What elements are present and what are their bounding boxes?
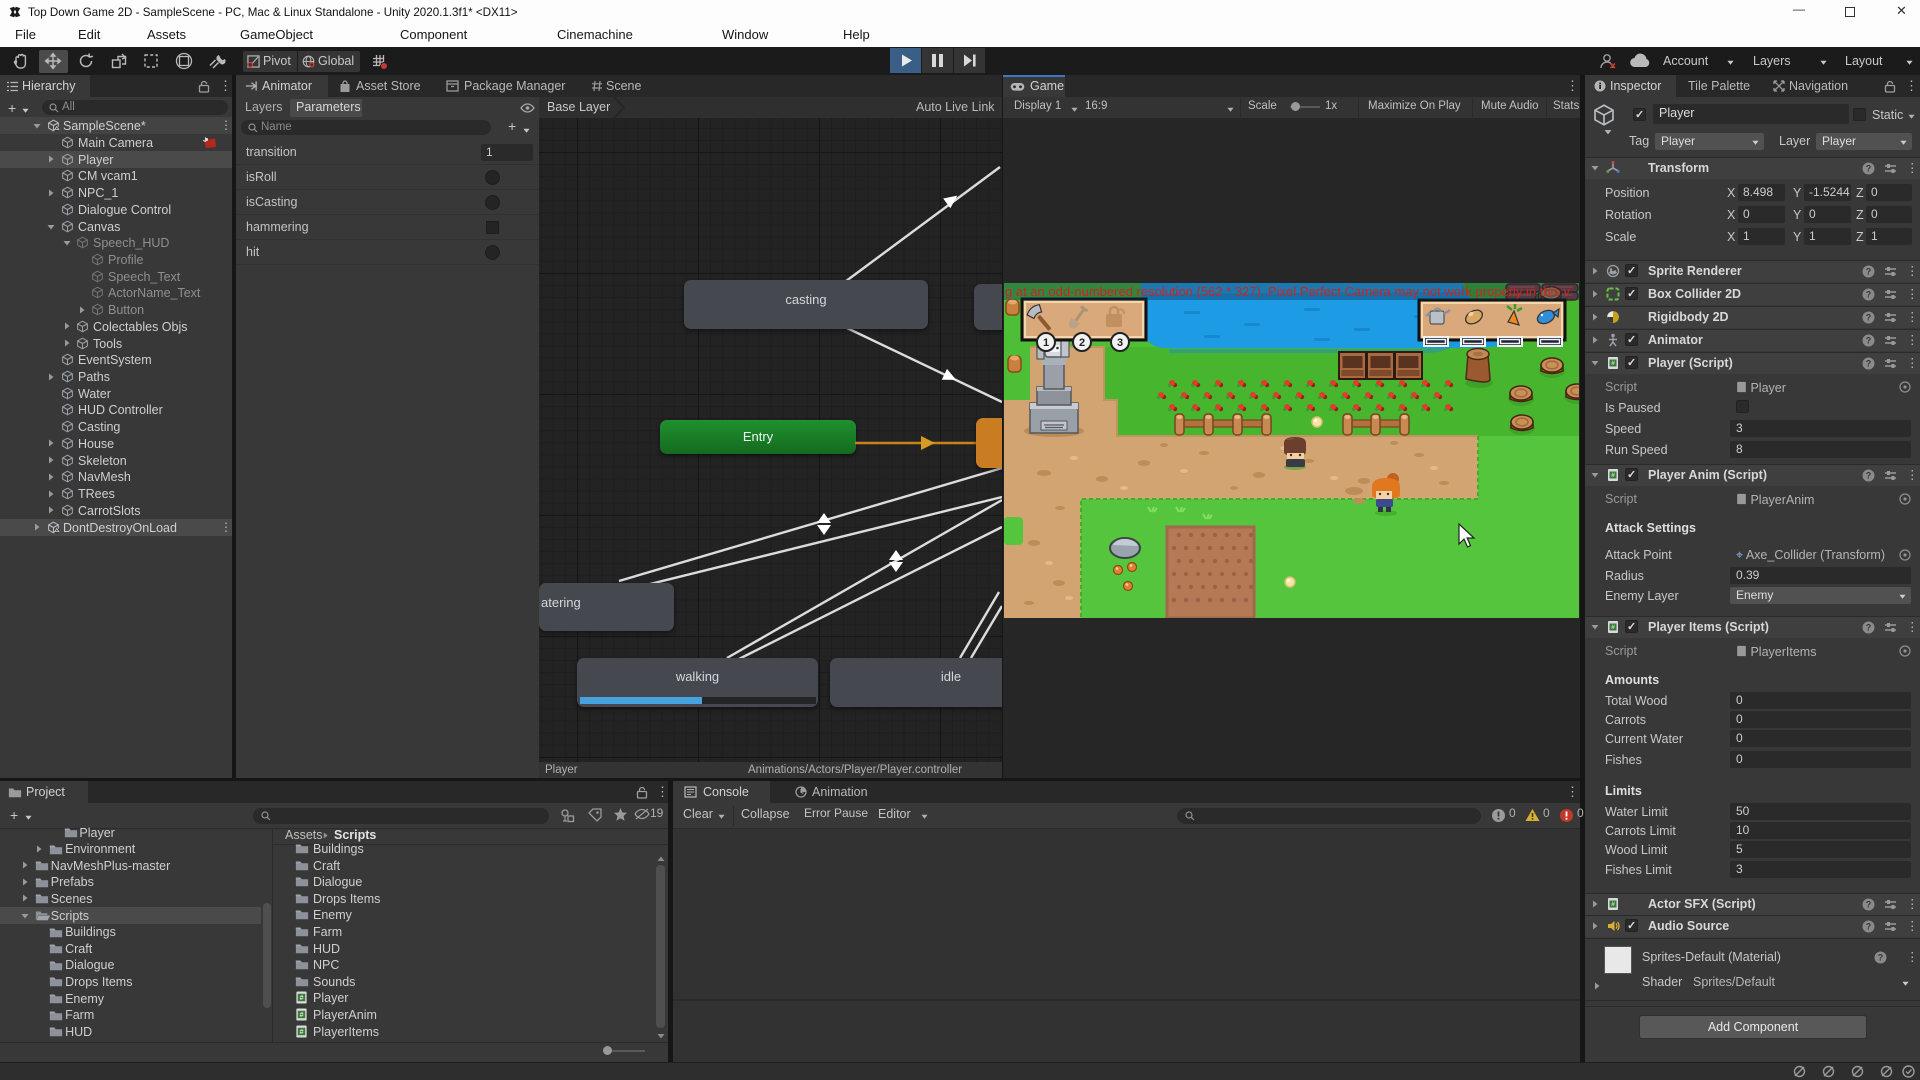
svg-text:?: ? (1866, 359, 1872, 369)
svg-text:?: ? (1866, 471, 1872, 481)
svg-text:?: ? (1866, 623, 1872, 633)
svg-text:#: # (300, 995, 304, 1002)
svg-text:g at an odd-numbered resolutio: g at an odd-numbered resolution (562 * 3… (1005, 284, 1571, 299)
svg-text:?: ? (1866, 267, 1872, 277)
svg-text:?: ? (1866, 313, 1872, 323)
svg-text:#: # (1611, 472, 1615, 479)
svg-text:#: # (1611, 624, 1615, 631)
svg-text:?: ? (1878, 953, 1884, 963)
svg-text:#: # (1611, 360, 1615, 367)
svg-text:3: 3 (1117, 337, 1123, 349)
svg-text:?: ? (1866, 336, 1872, 346)
svg-text:?: ? (1866, 290, 1872, 300)
svg-text:1: 1 (1043, 337, 1049, 349)
svg-text:?: ? (1866, 922, 1872, 932)
svg-text:#: # (300, 1029, 304, 1036)
svg-text:?: ? (1866, 900, 1872, 910)
svg-text:?: ? (1866, 164, 1872, 174)
svg-text:#: # (1611, 901, 1615, 908)
svg-text:#: # (300, 1012, 304, 1019)
svg-text:2: 2 (1079, 337, 1085, 349)
